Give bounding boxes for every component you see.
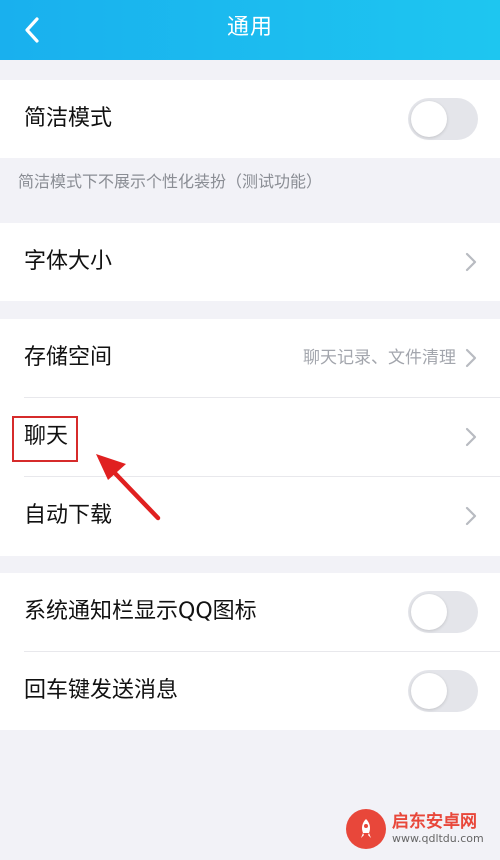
toggle-knob [411, 594, 447, 630]
toggle-knob [411, 101, 447, 137]
simple-mode-section: 简洁模式 [0, 80, 500, 158]
page-title: 通用 [226, 15, 273, 40]
simple-mode-label: 简洁模式 [24, 106, 113, 131]
qq-icon-notification-label: 系统通知栏显示QQ图标 [24, 599, 257, 624]
font-size-label: 字体大小 [24, 249, 113, 274]
toggle-knob [411, 673, 447, 709]
site-watermark: 启东安卓网 www.qdltdu.com [346, 806, 486, 852]
notification-section: 系统通知栏显示QQ图标 回车键发送消息 [0, 573, 500, 730]
watermark-logo-icon [346, 809, 386, 849]
qq-icon-notification-row[interactable]: 系统通知栏显示QQ图标 [0, 573, 500, 651]
auto-download-row[interactable]: 自动下载 [0, 477, 500, 555]
red-arrow-icon [96, 454, 161, 521]
simple-mode-caption: 简洁模式下不展示个性化装扮（测试功能） [18, 172, 323, 191]
chevron-right-icon [465, 348, 477, 368]
font-size-section: 字体大小 [0, 223, 500, 301]
simple-mode-toggle[interactable] [408, 98, 478, 140]
storage-label: 存储空间 [24, 345, 113, 370]
chevron-right-icon [465, 427, 477, 447]
enter-send-toggle[interactable] [408, 670, 478, 712]
chevron-right-icon [465, 252, 477, 272]
storage-row[interactable]: 存储空间 聊天记录、文件清理 [0, 319, 500, 397]
watermark-brand: 启东安卓网 [392, 812, 477, 832]
storage-value: 聊天记录、文件清理 [303, 348, 456, 368]
qq-icon-notification-toggle[interactable] [408, 591, 478, 633]
chevron-right-icon [465, 506, 477, 526]
watermark-text: 启东安卓网 www.qdltdu.com [392, 812, 484, 846]
rocket-icon [361, 819, 371, 838]
chat-highlight-box [12, 416, 78, 462]
enter-send-label: 回车键发送消息 [24, 678, 179, 703]
font-size-row[interactable]: 字体大小 [0, 223, 500, 301]
nav-header: 通用 [0, 0, 500, 60]
watermark-url: www.qdltdu.com [392, 832, 484, 845]
simple-mode-row[interactable]: 简洁模式 [0, 80, 500, 158]
enter-send-row[interactable]: 回车键发送消息 [0, 652, 500, 730]
